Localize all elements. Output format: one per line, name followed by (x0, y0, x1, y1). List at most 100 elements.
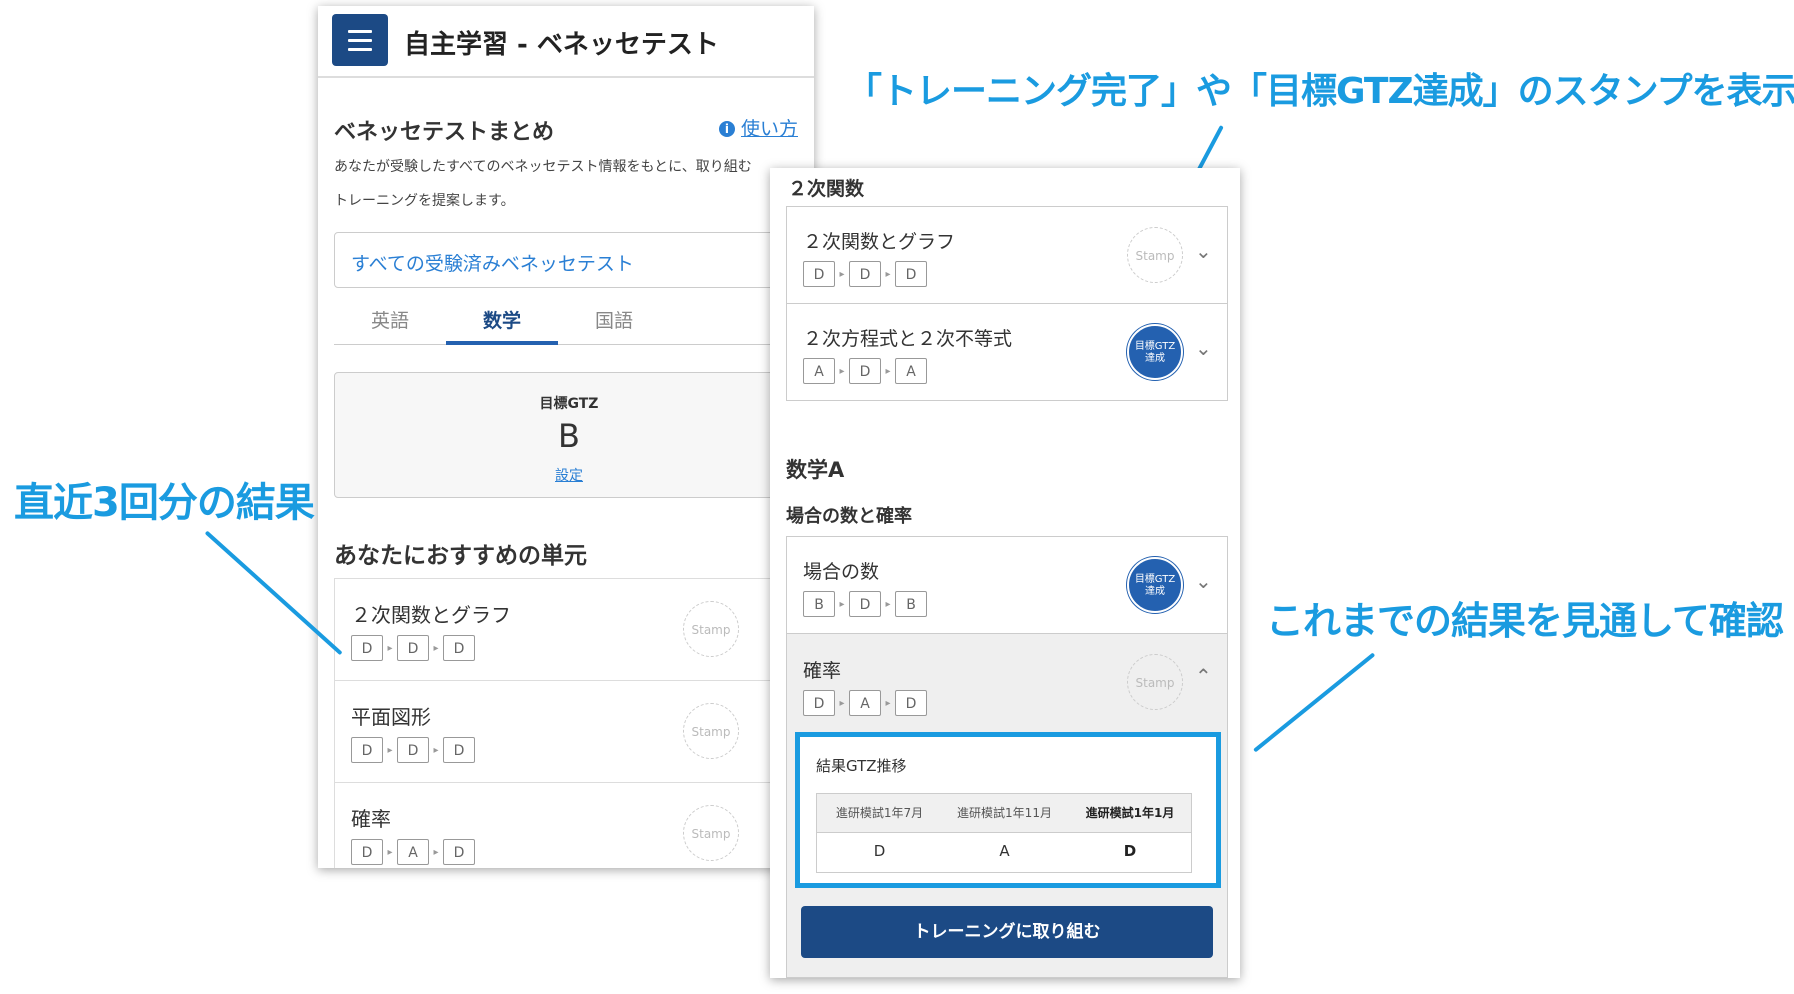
arrow-right-icon: ▸ (885, 698, 891, 709)
arrow-right-icon: ▸ (839, 698, 845, 709)
history-header: 進研模試1年11月 (957, 806, 1052, 820)
history-value: D (873, 842, 886, 860)
tab-divider (334, 344, 804, 345)
callout-stamp: 「トレーニング完了」や「目標GTZ達成」のスタンプを表示 (846, 71, 1794, 112)
grade-box: D (351, 635, 383, 661)
chevron-down-icon[interactable]: ⌄ (1195, 336, 1212, 360)
grade-box: D (351, 839, 383, 865)
arrow-right-icon: ▸ (885, 269, 891, 280)
stamp-label: 目標GTZ (1134, 574, 1176, 585)
expanded-list-item[interactable]: 確率 D ▸ A ▸ D Stamp ⌃ 結果GTZ推移 進研模試1年7月 進研模試1年… (786, 634, 1228, 978)
stamp-placeholder: Stamp (683, 805, 739, 861)
grade-box: D (397, 635, 429, 661)
description-line-2: トレーニングを提案します。 (334, 193, 515, 209)
stamp-placeholder: Stamp (1127, 227, 1183, 283)
arrow-right-icon: ▸ (433, 847, 439, 858)
unit-name: 場合の数 (803, 561, 880, 583)
subject-title: 数学A (786, 458, 845, 482)
grade-box: A (397, 839, 429, 865)
grade-box: D (443, 635, 475, 661)
screen-unit-details: ２次関数 ２次関数とグラフ D ▸ D ▸ D Stamp ⌄ ２次方程式と２次不等式 … (770, 168, 1240, 978)
history-header: 進研模試1年1月 (1085, 806, 1175, 820)
grade-box: A (803, 358, 835, 384)
goal-achieved-stamp: 目標GTZ 達成 (1127, 557, 1183, 613)
tab-math[interactable]: 数学 (446, 306, 558, 333)
goal-card: 目標GTZ B 設定 (334, 372, 804, 498)
list-item[interactable]: 平面図形 D ▸ D ▸ D Stamp (334, 681, 814, 783)
history-value: D (1123, 842, 1137, 860)
arrow-right-icon: ▸ (387, 847, 393, 858)
description-line-1: あなたが受験したすべてのベネッセテスト情報をもとに、取り組む (334, 159, 752, 175)
grade-box: D (895, 690, 927, 716)
tab-english[interactable]: 英語 (334, 306, 446, 333)
grade-box: D (443, 839, 475, 865)
stamp-label: 達成 (1145, 353, 1165, 364)
arrow-right-icon: ▸ (885, 366, 891, 377)
grade-box: D (849, 591, 881, 617)
grade-box: D (849, 358, 881, 384)
test-select[interactable]: すべての受験済みベネッセテスト (334, 232, 804, 288)
menu-icon[interactable] (332, 14, 388, 66)
app-title: 自主学習 - ベネッセテスト (404, 30, 719, 60)
list-item[interactable]: ２次方程式と２次不等式 A ▸ D ▸ A 目標GTZ 達成 ⌄ (786, 303, 1228, 401)
screen-recommendations: 自主学習 - ベネッセテスト ベネッセテストまとめ i 使い方 あなたが受験したす… (318, 6, 814, 868)
grade-box: D (803, 261, 835, 287)
callout-recent: 直近3回分の結果 (14, 480, 315, 526)
test-select-value: すべての受験済みベネッセテスト (351, 253, 634, 275)
grade-box: D (803, 690, 835, 716)
stamp-placeholder: Stamp (683, 601, 739, 657)
list-item[interactable]: ２次関数とグラフ D ▸ D ▸ D Stamp (334, 579, 814, 681)
category-title: 場合の数と確率 (786, 506, 912, 527)
grade-box: D (397, 737, 429, 763)
callout-overview: これまでの結果を見通して確認 (1266, 599, 1784, 643)
arrow-right-icon: ▸ (839, 599, 845, 610)
goal-value: B (558, 417, 580, 455)
arrow-right-icon: ▸ (387, 745, 393, 756)
unit-name: 確率 (351, 807, 391, 831)
chevron-up-icon[interactable]: ⌃ (1195, 664, 1212, 688)
recent-results: D ▸ D ▸ D (351, 635, 475, 661)
chevron-down-icon[interactable]: ⌄ (1195, 569, 1212, 593)
list-item[interactable]: 確率 D ▸ A ▸ D Stamp (334, 783, 814, 868)
stamp-placeholder: Stamp (683, 703, 739, 759)
grade-box: D (351, 737, 383, 763)
recent-results: D ▸ D ▸ D (803, 261, 927, 287)
grade-box: D (443, 737, 475, 763)
recent-results: D ▸ A ▸ D (351, 839, 475, 865)
recent-results: D ▸ D ▸ D (351, 737, 475, 763)
recent-results: B ▸ D ▸ B (803, 591, 927, 617)
start-training-button[interactable]: トレーニングに取り組む (801, 906, 1213, 958)
list-item[interactable]: 場合の数 B ▸ D ▸ B 目標GTZ 達成 ⌄ (786, 536, 1228, 634)
chevron-down-icon[interactable]: ⌄ (1195, 239, 1212, 263)
tab-japanese[interactable]: 国語 (558, 306, 670, 333)
stamp-placeholder: Stamp (1127, 654, 1183, 710)
stamp-label: 達成 (1145, 586, 1165, 597)
grade-box: D (849, 261, 881, 287)
recent-results: D ▸ A ▸ D (803, 690, 927, 716)
history-title: 結果GTZ推移 (816, 757, 907, 775)
help-link-label: 使い方 (740, 118, 798, 140)
recommend-title: あなたにおすすめの単元 (334, 543, 587, 569)
grade-box: A (895, 358, 927, 384)
history-value: A (999, 842, 1010, 860)
arrow-right-icon: ▸ (433, 745, 439, 756)
callout-line (1253, 652, 1376, 753)
arrow-right-icon: ▸ (387, 643, 393, 654)
unit-name: ２次関数とグラフ (351, 603, 511, 627)
category-title: ２次関数 (788, 178, 865, 200)
recent-results: A ▸ D ▸ A (803, 358, 927, 384)
tab-active-indicator (446, 341, 558, 345)
goal-label: 目標GTZ (539, 396, 599, 412)
history-header: 進研模試1年7月 (835, 806, 924, 820)
stamp-label: 目標GTZ (1134, 341, 1176, 352)
list-item[interactable]: ２次関数とグラフ D ▸ D ▸ D Stamp ⌄ (786, 206, 1228, 304)
grade-box: B (895, 591, 927, 617)
info-icon: i (718, 121, 735, 137)
help-link[interactable]: i 使い方 (718, 114, 798, 141)
history-table: 進研模試1年7月 進研模試1年11月 進研模試1年1月 D A D (816, 793, 1192, 873)
unit-name: ２次方程式と２次不等式 (803, 328, 1013, 350)
section-title: ベネッセテストまとめ (334, 120, 555, 145)
arrow-right-icon: ▸ (433, 643, 439, 654)
goal-setting-link[interactable]: 設定 (335, 465, 803, 485)
header-divider (318, 76, 814, 78)
